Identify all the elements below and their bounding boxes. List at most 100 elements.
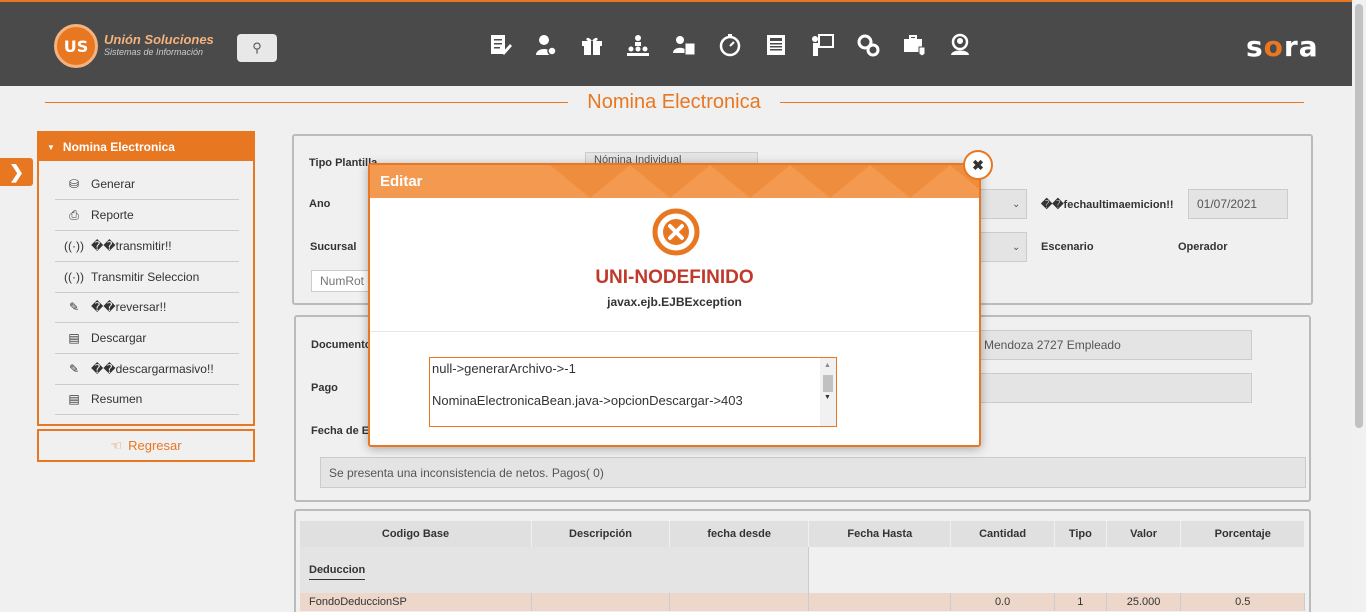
cell-valor: 25.000 — [1106, 593, 1182, 611]
textarea-scrollbar[interactable]: ▲ ▼ — [820, 358, 836, 426]
antenna-icon: ((·)) — [64, 270, 84, 284]
document-icon: ▤ — [68, 392, 80, 406]
document-edit-icon[interactable] — [488, 32, 512, 58]
magnifier-user-icon[interactable] — [948, 32, 972, 58]
newspaper-icon[interactable] — [764, 32, 788, 58]
chevron-down-icon: ⌄ — [1012, 198, 1021, 210]
scrollbar-thumb[interactable] — [1355, 4, 1363, 428]
sidebar-item-generar[interactable]: ⛁ Generar — [55, 169, 239, 200]
gears-icon[interactable] — [856, 32, 880, 58]
sidebar-item-descargarmasivo[interactable]: ✎ ��descargarmasivo!! — [55, 354, 239, 385]
concepts-table: Codigo Base Descripción fecha desde Fech… — [300, 521, 1305, 611]
error-dialog: Editar UNI-NODEFINIDO javax.ejb.EJBExcep… — [368, 163, 981, 447]
col-fecha-hasta[interactable]: Fecha Hasta — [808, 521, 952, 547]
error-details-textarea[interactable]: null->generarArchivo->-1 NominaElectroni… — [429, 357, 837, 427]
search-button[interactable]: ⚲ — [237, 34, 277, 62]
sidebar-item-reversar[interactable]: ✎ ��reversar!! — [55, 292, 239, 323]
eraser-icon: ✎ — [68, 362, 80, 376]
org-chart-icon[interactable] — [626, 32, 650, 58]
pago-field[interactable] — [975, 373, 1252, 403]
sucursal-label: Sucursal — [310, 241, 357, 253]
gift-icon[interactable] — [580, 32, 604, 58]
sidebar-item-reporte[interactable]: ⎙ Reporte — [55, 200, 239, 231]
company-logo[interactable]: US Unión Soluciones Sistemas de Informac… — [54, 24, 214, 68]
page-title: Nomina Electronica — [587, 91, 761, 113]
sara-brand-logo: sora — [1246, 30, 1319, 63]
pago-label: Pago — [311, 382, 338, 394]
eraser-icon: ✎ — [68, 300, 80, 314]
cell-cantidad: 0.0 — [950, 593, 1055, 611]
cell-fecha-desde — [669, 593, 810, 611]
presentation-icon[interactable] — [810, 32, 834, 58]
close-dialog-button[interactable]: ✖ — [963, 150, 993, 180]
hand-pointing-icon: ☜ — [110, 437, 123, 453]
sidebar-item-descargar[interactable]: ▤ Descargar — [55, 323, 239, 354]
stopwatch-icon[interactable] — [718, 32, 742, 58]
chevron-right-icon: ❯ — [8, 161, 25, 182]
chevron-down-icon: ⌄ — [1012, 241, 1021, 253]
ano-select[interactable]: ⌄ — [975, 189, 1027, 219]
fecha-ultima-emision-field[interactable]: 01/07/2021 — [1188, 189, 1288, 219]
sidebar-header[interactable]: ▼ Nomina Electronica — [39, 133, 253, 161]
user-settings-icon[interactable] — [534, 32, 558, 58]
printer-icon: ⎙ — [69, 207, 79, 222]
fecha-emision-label: Fecha de E — [311, 425, 370, 437]
header-pattern — [550, 165, 979, 198]
group-label: Deduccion — [309, 564, 366, 580]
error-line: NominaElectronicaBean.java->opcionDescar… — [432, 393, 743, 408]
logo-name: Unión Soluciones — [104, 32, 214, 47]
sucursal-select[interactable]: ⌄ — [975, 232, 1027, 262]
numrot-input[interactable] — [311, 270, 371, 292]
inconsistency-message: Se presenta una inconsistencia de netos.… — [320, 457, 1306, 488]
col-valor[interactable]: Valor — [1106, 521, 1182, 547]
scroll-up-icon[interactable]: ▲ — [824, 362, 831, 369]
col-codigo-base[interactable]: Codigo Base — [300, 521, 533, 547]
antenna-icon: ((·)) — [64, 239, 84, 253]
user-id-icon[interactable] — [672, 32, 696, 58]
cell-codigo-base: FondoDeduccionSP — [300, 593, 533, 611]
top-bar: US Unión Soluciones Sistemas de Informac… — [0, 0, 1352, 86]
col-fecha-desde[interactable]: fecha desde — [669, 521, 810, 547]
search-icon: ⚲ — [252, 40, 262, 55]
medical-kit-icon[interactable] — [902, 32, 926, 58]
sidebar-item-resumen[interactable]: ▤ Resumen — [55, 384, 239, 415]
cell-tipo: 1 — [1054, 593, 1107, 611]
coins-icon: ⛁ — [68, 177, 80, 191]
caret-down-icon: ▼ — [47, 142, 55, 152]
exception-name: javax.ejb.EJBException — [607, 295, 742, 309]
close-icon: ✖ — [972, 156, 984, 173]
error-code: UNI-NODEFINIDO — [595, 267, 754, 288]
col-tipo[interactable]: Tipo — [1054, 521, 1107, 547]
menu-toggle-button[interactable]: ❯ — [0, 158, 33, 186]
logo-tagline: Sistemas de Información — [104, 47, 204, 57]
back-button[interactable]: ☜ Regresar — [37, 429, 255, 462]
documento-label: Documento — [311, 339, 372, 351]
scroll-down-icon[interactable]: ▼ — [824, 394, 831, 401]
sidebar-item-transmitir-seleccion[interactable]: ((·)) Transmitir Seleccion — [55, 262, 239, 293]
documento-field[interactable]: Mendoza 2727 Empleado — [975, 330, 1252, 360]
page-scrollbar[interactable] — [1352, 0, 1366, 612]
escenario-label: Escenario — [1041, 241, 1094, 253]
cell-descripcion — [531, 593, 670, 611]
sidebar: ▼ Nomina Electronica ⛁ Generar ⎙ Reporte ((… — [37, 131, 255, 426]
ano-label: Ano — [309, 198, 331, 210]
col-porcentaje[interactable]: Porcentaje — [1180, 521, 1305, 547]
cell-porcentaje: 0.5 — [1180, 593, 1305, 611]
error-line: null->generarArchivo->-1 — [432, 361, 576, 376]
dialog-title: Editar — [380, 173, 423, 190]
fecha-ultima-emision-label: ��fechaultimaemicion!! — [1041, 199, 1174, 211]
group-row: Deduccion — [300, 547, 1305, 593]
dialog-header[interactable]: Editar — [370, 165, 979, 198]
dialog-divider — [370, 331, 979, 332]
logo-mark: US — [54, 24, 98, 68]
error-circle-icon — [652, 208, 700, 256]
col-cantidad[interactable]: Cantidad — [950, 521, 1055, 547]
sidebar-item-transmitir[interactable]: ((·)) ��transmitir!! — [55, 231, 239, 262]
operador-label: Operador — [1178, 241, 1228, 253]
col-descripcion[interactable]: Descripción — [531, 521, 670, 547]
table-header-row: Codigo Base Descripción fecha desde Fech… — [300, 521, 1305, 547]
scroll-thumb[interactable] — [823, 375, 833, 392]
table-row[interactable]: FondoDeduccionSP 0.0 1 25.000 0.5 — [300, 593, 1305, 611]
document-icon: ▤ — [68, 331, 80, 345]
cell-fecha-hasta — [808, 593, 952, 611]
